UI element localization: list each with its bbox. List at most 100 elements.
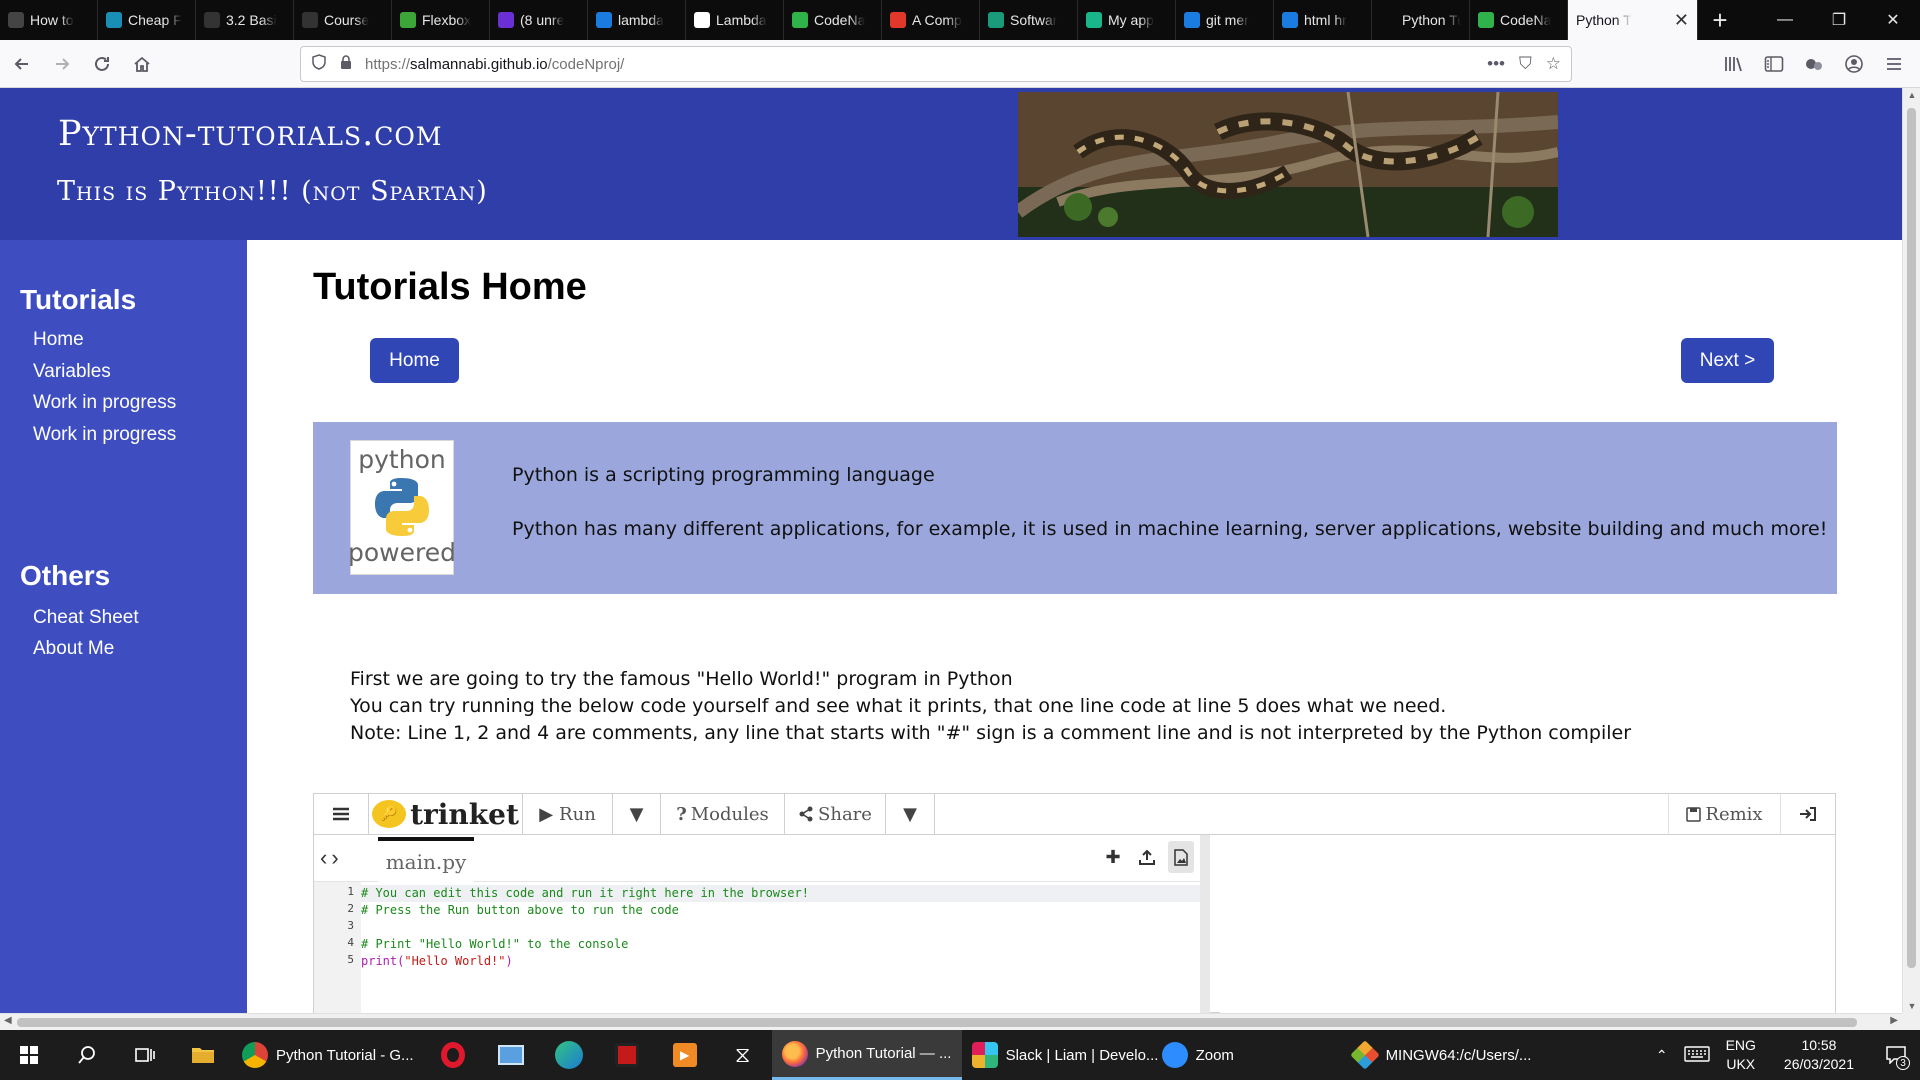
browser-tab[interactable]: My app: [1078, 0, 1176, 40]
browser-tab[interactable]: html hr: [1274, 0, 1372, 40]
scroll-down-icon[interactable]: ▼: [1903, 1001, 1920, 1011]
more-actions-icon[interactable]: •••: [1487, 54, 1505, 74]
vertical-scrollbar[interactable]: ▲ ▼: [1902, 88, 1920, 1013]
output-pane[interactable]: [1220, 835, 1835, 1013]
back-button[interactable]: [4, 46, 40, 82]
close-tab-icon[interactable]: ✕: [1674, 10, 1689, 31]
new-tab-button[interactable]: +: [1698, 0, 1742, 40]
sidebar-link-work-in-progress-1[interactable]: Work in progress: [33, 392, 176, 414]
remix-button[interactable]: Remix: [1668, 793, 1780, 835]
trinket-logo[interactable]: 🔑 trinket: [369, 793, 523, 835]
browser-tab[interactable]: Flexbox: [392, 0, 490, 40]
tab-label: Softwar: [1010, 12, 1058, 28]
run-button[interactable]: ▶ Run: [523, 793, 613, 835]
control-panel-button[interactable]: [482, 1030, 540, 1080]
scroll-up-icon[interactable]: ▲: [1903, 90, 1920, 100]
browser-tab[interactable]: Lambda: [686, 0, 784, 40]
scroll-left-icon[interactable]: ◀: [4, 1015, 12, 1026]
scroll-right-icon[interactable]: ▶: [1890, 1015, 1898, 1026]
task-view-button[interactable]: [116, 1030, 174, 1080]
sidebar-link-home[interactable]: Home: [33, 329, 84, 351]
code-line[interactable]: # Press the Run button above to run the …: [361, 902, 1200, 919]
horizontal-scrollbar[interactable]: ◀ ▶: [0, 1013, 1902, 1030]
python-snake-photo: [1018, 92, 1558, 237]
menu-icon[interactable]: [1876, 46, 1912, 82]
opera-button[interactable]: [424, 1030, 482, 1080]
address-bar[interactable]: https://salmannabi.github.io/codeNproj/ …: [300, 46, 1572, 82]
reload-button[interactable]: [84, 46, 120, 82]
minimize-button[interactable]: —: [1758, 0, 1812, 40]
taskbar-app-git-bash[interactable]: MINGW64:/c/Users/...: [1342, 1030, 1532, 1080]
video-player-button[interactable]: ▶: [656, 1030, 714, 1080]
modules-button[interactable]: ? Modules: [661, 793, 785, 835]
lock-icon[interactable]: [339, 54, 353, 74]
code-line[interactable]: # You can edit this code and run it righ…: [361, 885, 1200, 902]
account-icon[interactable]: [1836, 46, 1872, 82]
home-button[interactable]: Home: [370, 338, 459, 383]
browser-tab[interactable]: 3.2 Basi: [196, 0, 294, 40]
close-window-button[interactable]: ✕: [1866, 0, 1920, 40]
search-button[interactable]: [58, 1030, 116, 1080]
extensions-icon[interactable]: [1796, 46, 1832, 82]
clock[interactable]: 10:58 26/03/2021: [1784, 1036, 1854, 1074]
add-file-icon[interactable]: ✚: [1100, 841, 1126, 873]
upload-icon[interactable]: [1134, 841, 1160, 873]
language-indicator[interactable]: ENG UKX: [1726, 1036, 1756, 1074]
visual-studio-button[interactable]: ⧖: [714, 1030, 772, 1080]
code-area[interactable]: # You can edit this code and run it righ…: [361, 882, 1200, 1013]
library-icon[interactable]: [1716, 46, 1752, 82]
edge-button[interactable]: [540, 1030, 598, 1080]
vertical-scroll-thumb[interactable]: [1907, 108, 1916, 968]
notifications-button[interactable]: 3: [1872, 1030, 1920, 1080]
start-button[interactable]: [0, 1030, 58, 1080]
share-button[interactable]: Share: [785, 794, 885, 835]
browser-tab[interactable]: lambda: [588, 0, 686, 40]
tab-active[interactable]: Python T ✕: [1568, 0, 1698, 40]
chevron-left-right-icon[interactable]: ‹›: [320, 845, 343, 871]
image-file-icon[interactable]: [1168, 841, 1194, 873]
taskbar-app-slack[interactable]: Slack | Liam | Develo...: [962, 1030, 1158, 1080]
pocket-icon[interactable]: ⛉: [1519, 54, 1532, 74]
site-header: Python-tutorials.com This is Python!!! (…: [0, 88, 1902, 240]
sidebar-link-work-in-progress-2[interactable]: Work in progress: [33, 424, 176, 446]
maximize-button[interactable]: ❐: [1812, 0, 1866, 40]
browser-tab[interactable]: Softwar: [980, 0, 1078, 40]
trinket-menu-button[interactable]: [314, 793, 369, 835]
shield-icon[interactable]: [311, 54, 327, 74]
browser-tab[interactable]: git mer: [1176, 0, 1274, 40]
file-tab-main-py[interactable]: main.py: [378, 837, 474, 882]
media-app-button[interactable]: [598, 1030, 656, 1080]
home-button[interactable]: [124, 46, 160, 82]
taskbar-app-chrome[interactable]: Python Tutorial - G...: [232, 1030, 424, 1080]
browser-tab[interactable]: A Comp: [882, 0, 980, 40]
code-line[interactable]: [361, 919, 1200, 936]
chevron-up-icon[interactable]: ⌃: [1656, 1047, 1668, 1064]
browser-tab[interactable]: How to: [0, 0, 98, 40]
next-button[interactable]: Next >: [1681, 338, 1774, 383]
bookmark-star-icon[interactable]: ☆: [1546, 54, 1561, 74]
browser-tab[interactable]: CodeNa: [784, 0, 882, 40]
browser-tab[interactable]: (8 unre: [490, 0, 588, 40]
forward-button[interactable]: [44, 46, 80, 82]
keyboard-icon[interactable]: [1683, 1045, 1710, 1065]
code-line[interactable]: # Print "Hello World!" to the console: [361, 936, 1200, 953]
run-dropdown-button[interactable]: ▼: [613, 793, 661, 835]
sidebar-link-about-me[interactable]: About Me: [33, 638, 114, 660]
taskbar-app-firefox[interactable]: Python Tutorial — ...: [771, 1030, 962, 1080]
login-button[interactable]: [1780, 793, 1835, 835]
bing-icon: [1282, 12, 1298, 28]
intro-line-1: Python is a scripting programming langua…: [512, 464, 935, 486]
browser-tab[interactable]: Course: [294, 0, 392, 40]
media-app-icon: [614, 1043, 639, 1067]
browser-tab[interactable]: Python Tuto: [1372, 0, 1470, 40]
sidebar-link-variables[interactable]: Variables: [33, 361, 111, 383]
sidebar-toggle-icon[interactable]: [1756, 46, 1792, 82]
browser-tab[interactable]: CodeNa: [1470, 0, 1568, 40]
code-line[interactable]: print("Hello World!"): [361, 953, 1200, 970]
taskbar-app-zoom[interactable]: Zoom: [1152, 1030, 1342, 1080]
share-dropdown-button[interactable]: ▼: [885, 793, 935, 835]
sidebar-link-cheat-sheet[interactable]: Cheat Sheet: [33, 607, 139, 629]
horizontal-scroll-thumb[interactable]: [17, 1018, 1857, 1027]
browser-tab[interactable]: Cheap F: [98, 0, 196, 40]
file-explorer-button[interactable]: [174, 1030, 232, 1080]
